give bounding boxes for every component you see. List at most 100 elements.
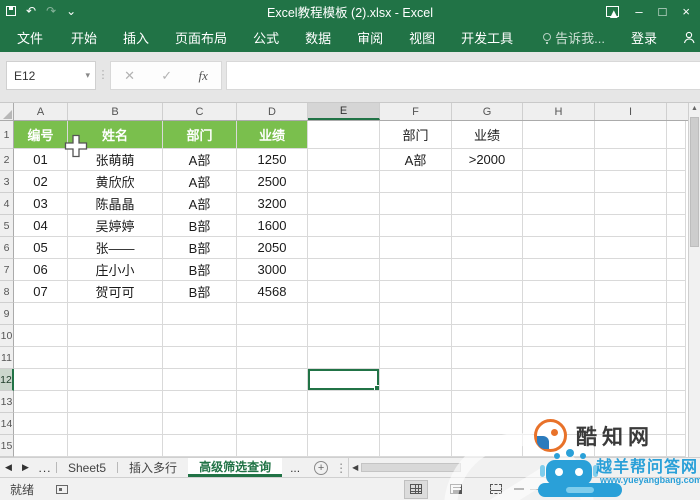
row-header-12[interactable]: 12	[0, 369, 14, 391]
cell-F1[interactable]: 部门	[380, 121, 452, 149]
row-header-2[interactable]: 2	[0, 149, 14, 171]
cell-A11[interactable]	[14, 347, 68, 369]
row-header-6[interactable]: 6	[0, 237, 14, 259]
vertical-scroll-thumb[interactable]	[690, 117, 699, 247]
tell-me-box[interactable]: 告诉我...	[530, 22, 618, 52]
save-icon[interactable]	[6, 6, 16, 16]
select-all-corner[interactable]	[0, 103, 14, 120]
tab-bar-more-icon[interactable]: ⋮	[334, 458, 348, 477]
page-layout-view-button[interactable]	[444, 480, 468, 499]
cell-A5[interactable]: 04	[14, 215, 68, 237]
sheet-nav-right-icon[interactable]: ▶	[17, 458, 34, 477]
column-header-B[interactable]: B	[68, 103, 163, 120]
cell-C3[interactable]: A部	[163, 171, 237, 193]
cell-E7[interactable]	[308, 259, 380, 281]
horizontal-scrollbar[interactable]: ◀	[348, 458, 700, 477]
cell-F11[interactable]	[380, 347, 452, 369]
cell-D11[interactable]	[237, 347, 308, 369]
cell-A3[interactable]: 02	[14, 171, 68, 193]
cell-I2[interactable]	[595, 149, 667, 171]
cell-G11[interactable]	[452, 347, 523, 369]
cell-C5[interactable]: B部	[163, 215, 237, 237]
column-header-F[interactable]: F	[380, 103, 452, 120]
cell-G2[interactable]: >2000	[452, 149, 523, 171]
cell-E14[interactable]	[308, 413, 380, 435]
cell-G8[interactable]	[452, 281, 523, 303]
cell-E8[interactable]	[308, 281, 380, 303]
cell-E2[interactable]	[308, 149, 380, 171]
cell-D13[interactable]	[237, 391, 308, 413]
cell-D5[interactable]: 1600	[237, 215, 308, 237]
cell-A15[interactable]	[14, 435, 68, 457]
cell-C2[interactable]: A部	[163, 149, 237, 171]
maximize-button[interactable]: □	[659, 5, 667, 18]
cell-B15[interactable]	[68, 435, 163, 457]
cell-I11[interactable]	[595, 347, 667, 369]
sign-in-button[interactable]: 登录	[618, 28, 670, 47]
cell-I4[interactable]	[595, 193, 667, 215]
tab-formulas[interactable]: 公式	[240, 22, 292, 52]
cell-B6[interactable]: 张——	[68, 237, 163, 259]
scroll-up-icon[interactable]: ▲	[689, 103, 700, 115]
insert-function-icon[interactable]: fx	[198, 68, 207, 84]
cell-A2[interactable]: 01	[14, 149, 68, 171]
cell-A13[interactable]	[14, 391, 68, 413]
vertical-scrollbar[interactable]: ▲	[688, 103, 700, 457]
cell-D1[interactable]: 业绩	[237, 121, 308, 149]
cell-G4[interactable]	[452, 193, 523, 215]
cell-F5[interactable]	[380, 215, 452, 237]
cell-E12[interactable]	[308, 369, 380, 391]
row-header-13[interactable]: 13	[0, 391, 14, 413]
cell-E6[interactable]	[308, 237, 380, 259]
cell-E1[interactable]	[308, 121, 380, 149]
cell-B7[interactable]: 庄小小	[68, 259, 163, 281]
normal-view-button[interactable]	[404, 479, 428, 499]
cell-B11[interactable]	[68, 347, 163, 369]
cell-D10[interactable]	[237, 325, 308, 347]
scroll-left-icon[interactable]: ◀	[352, 463, 358, 472]
cell-A4[interactable]: 03	[14, 193, 68, 215]
zoom-slider[interactable]	[530, 489, 560, 490]
cell-B9[interactable]	[68, 303, 163, 325]
cell-I1[interactable]	[595, 121, 667, 149]
sheet-nav-left-icon[interactable]: ◀	[0, 458, 17, 477]
redo-icon[interactable]: ↷	[46, 5, 56, 17]
cell-G6[interactable]	[452, 237, 523, 259]
cell-F14[interactable]	[380, 413, 452, 435]
cell-A14[interactable]	[14, 413, 68, 435]
ribbon-display-options-icon[interactable]: ▲	[606, 5, 620, 20]
cell-D2[interactable]: 1250	[237, 149, 308, 171]
minimize-button[interactable]: –	[635, 5, 642, 18]
cell-H15[interactable]	[523, 435, 595, 457]
cell-H11[interactable]	[523, 347, 595, 369]
cell-C6[interactable]: B部	[163, 237, 237, 259]
column-header-I[interactable]: I	[595, 103, 667, 120]
cell-F9[interactable]	[380, 303, 452, 325]
cell-I5[interactable]	[595, 215, 667, 237]
page-break-view-button[interactable]	[484, 480, 508, 499]
cell-B5[interactable]: 吴婷婷	[68, 215, 163, 237]
cell-E10[interactable]	[308, 325, 380, 347]
cell-G3[interactable]	[452, 171, 523, 193]
tab-developer[interactable]: 开发工具	[448, 22, 526, 52]
sheet-tab-insert-rows[interactable]: 插入多行	[118, 458, 188, 477]
new-sheet-button[interactable]: +	[308, 458, 334, 477]
tab-page-layout[interactable]: 页面布局	[162, 22, 240, 52]
cell-G14[interactable]	[452, 413, 523, 435]
cell-C10[interactable]	[163, 325, 237, 347]
column-header-D[interactable]: D	[237, 103, 308, 120]
cell-H6[interactable]	[523, 237, 595, 259]
cell-I12[interactable]	[595, 369, 667, 391]
sheet-tab-sheet5[interactable]: Sheet5	[57, 458, 117, 477]
tab-home[interactable]: 开始	[58, 22, 110, 52]
cell-A8[interactable]: 07	[14, 281, 68, 303]
cell-H4[interactable]	[523, 193, 595, 215]
tab-view[interactable]: 视图	[396, 22, 448, 52]
cell-A7[interactable]: 06	[14, 259, 68, 281]
cell-E9[interactable]	[308, 303, 380, 325]
cell-B13[interactable]	[68, 391, 163, 413]
column-header-A[interactable]: A	[14, 103, 68, 120]
cell-A6[interactable]: 05	[14, 237, 68, 259]
cell-I13[interactable]	[595, 391, 667, 413]
cell-D7[interactable]: 3000	[237, 259, 308, 281]
